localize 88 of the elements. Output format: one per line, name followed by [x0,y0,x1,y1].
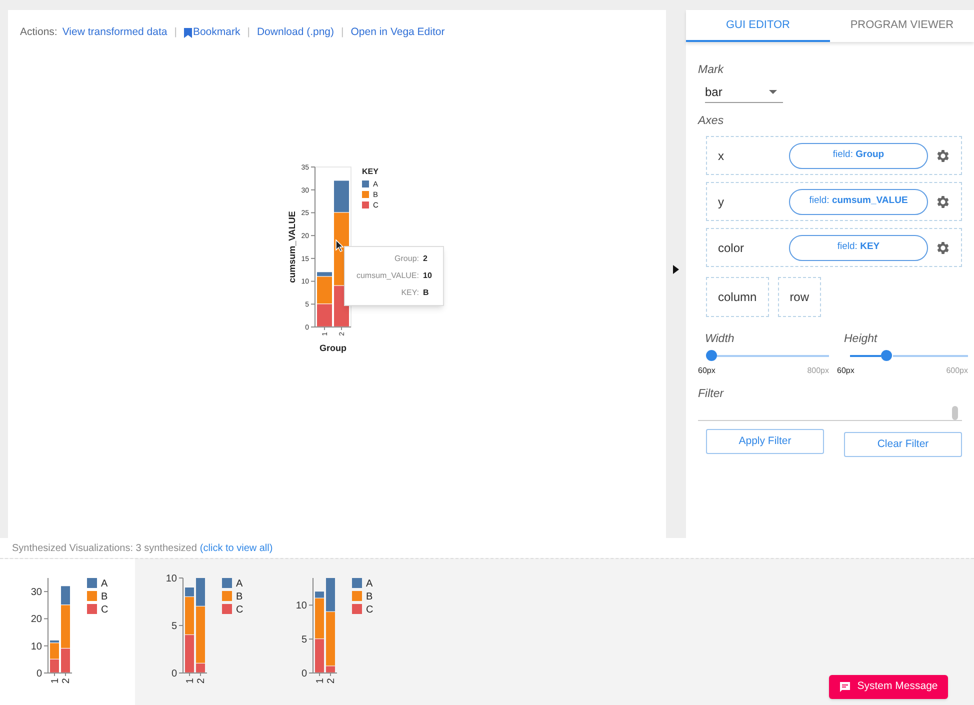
field-pill[interactable]: field: Group [789,142,928,168]
thumbnail-card[interactable]: 0 10 20 30 1 2 A B C [0,559,135,705]
legend-label: A [366,578,373,590]
tab[interactable]: PROGRAM VIEWER [830,10,974,42]
legend-label: B [366,592,373,602]
tick-label: 1 [185,678,196,684]
bar [50,659,59,672]
bookmark-link[interactable]: Bookmark [184,24,240,40]
tick-label: 0 [301,668,307,680]
tick-label: 2 [61,678,72,684]
facet-slot: column [706,277,769,317]
axes-label: Axes [698,114,725,128]
tick-label: 2 [326,678,337,684]
slider-min: 60px [698,365,716,377]
actions-label: Actions: [20,24,58,40]
legend-label: C [236,604,244,616]
slider-max: 600px [946,365,968,377]
tick-label: 1 [315,678,326,684]
filter-label: Filter [698,387,725,401]
x-axis [48,672,72,676]
tooltip-value: 10 [423,270,433,282]
tick-label: 5 [301,634,307,646]
slider-label: Height [844,332,878,346]
tick-label: 10 [30,641,42,652]
tick-label: 0 [36,668,42,680]
mark-label: Mark [698,63,725,77]
tick-label: 2 [196,678,207,684]
bar [317,304,332,326]
bar [185,635,194,672]
x-axis [314,326,352,330]
legend-label: A [236,578,243,590]
axis-title: Group [320,343,346,353]
message-icon [839,681,852,693]
tooltip-value: B [423,287,430,299]
bar [315,639,324,672]
separator: | [340,24,345,40]
channel-label: x [718,148,725,164]
separator: | [173,24,178,40]
thumbnail-card[interactable]: 0 5 10 1 2 A B C [265,559,395,705]
axis-title: cumsum_VALUE [287,211,297,283]
field-pill[interactable]: field: cumsum_VALUE [789,188,928,214]
settings-icon[interactable] [935,148,951,164]
x-axis [312,672,338,676]
slider-label: Width [705,332,736,346]
tick-label: 0 [171,668,177,680]
channel-label: color [718,240,746,256]
tick-label: 1 [50,678,61,684]
action-link[interactable]: Download (.png) [256,24,334,40]
tick-label: 30 [30,587,42,598]
facet-slot: row [778,277,822,317]
field-pill[interactable]: field: KEY [789,234,928,260]
action-link[interactable]: View transformed data [62,24,168,40]
tooltip-label: cumsum_VALUE: [356,270,419,282]
filter-button[interactable]: Clear Filter [844,432,962,457]
tooltip-label: Group: [394,253,419,265]
legend-label: B [101,592,108,602]
x-axis [182,672,208,676]
slider-thumb[interactable] [706,350,716,361]
action-link[interactable]: Open in Vega Editor [350,24,445,40]
caret-icon [769,90,777,94]
tick-label: 20 [30,614,42,626]
slider-thumb[interactable] [881,350,892,361]
view-all-link[interactable]: (click to view all) [200,540,273,556]
settings-icon[interactable] [935,240,951,256]
legend-label: B [236,592,243,602]
tick-label: 5 [171,621,177,632]
scrollbar-thumb[interactable] [952,406,958,420]
expand-icon[interactable] [673,265,679,274]
system-message-button[interactable]: System Message [829,675,948,699]
separator: | [246,24,251,40]
bookmark-icon [184,28,192,38]
filter-button[interactable]: Apply Filter [706,429,824,454]
settings-icon[interactable] [935,194,951,210]
synthesized-label: Synthesized Visualizations: 3 synthesized [12,542,197,556]
tab[interactable]: GUI EDITOR [686,10,830,42]
mark-select[interactable]: bar [705,81,783,103]
legend-label: C [101,604,108,616]
legend-label: A [101,578,108,590]
tick-label: 10 [296,600,307,612]
tick-label: 10 [166,574,177,584]
legend-label: C [366,604,374,616]
channel-label: y [718,194,725,210]
legend-title: KEY [362,167,378,176]
tooltip-label: KEY: [401,287,419,299]
slider-min: 60px [837,365,854,377]
thumbnail-card[interactable]: 0 5 10 1 2 A B C [135,559,265,705]
tooltip-value: 2 [423,253,428,265]
slider-max: 800px [807,365,829,377]
